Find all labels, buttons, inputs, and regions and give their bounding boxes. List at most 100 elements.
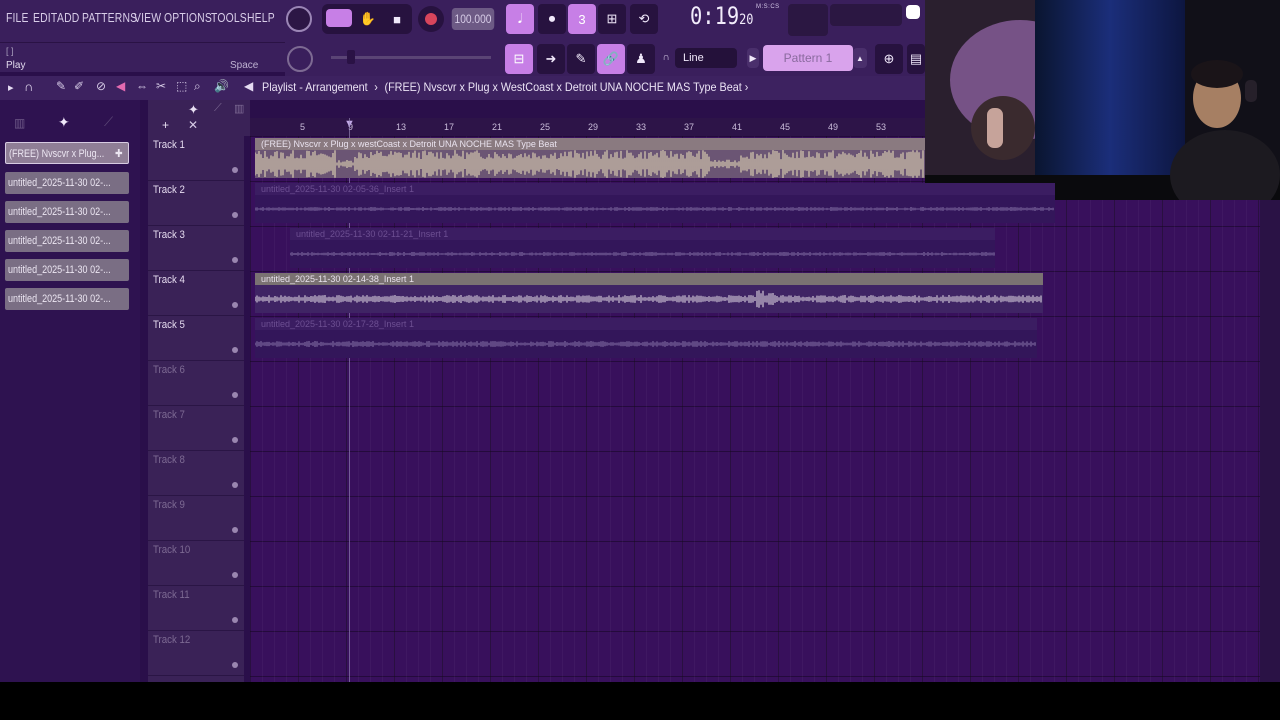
picker-clip[interactable]: untitled_2025-11-30 02-... bbox=[5, 230, 129, 252]
track-header[interactable]: Track 3 bbox=[148, 226, 244, 271]
track-mute-led[interactable] bbox=[232, 347, 238, 353]
magnet-icon[interactable]: ∩ bbox=[661, 50, 671, 64]
track-header[interactable]: Track 12 bbox=[148, 631, 244, 676]
menu-view[interactable]: VIEW bbox=[134, 10, 161, 25]
track-mute-led[interactable] bbox=[232, 302, 238, 308]
pattern-next-icon[interactable]: ▲ bbox=[853, 48, 867, 68]
track-mute-led[interactable] bbox=[232, 662, 238, 668]
track-header[interactable]: Track 10 bbox=[148, 541, 244, 586]
master-volume-slider[interactable] bbox=[331, 56, 491, 59]
add-track-icon[interactable]: ✦ bbox=[188, 102, 199, 118]
track-header[interactable]: Track 2 bbox=[148, 181, 244, 226]
picker-clip[interactable]: (FREE) Nvscvr x Plug... ✚ bbox=[5, 142, 129, 164]
picker-view-icon[interactable]: ▥ bbox=[14, 116, 25, 130]
picker-clip[interactable]: untitled_2025-11-30 02-... bbox=[5, 201, 129, 223]
track-mute-led[interactable] bbox=[232, 437, 238, 443]
track-mute-led[interactable] bbox=[232, 617, 238, 623]
menu-help[interactable]: HELP bbox=[247, 10, 275, 25]
picker-clip[interactable]: untitled_2025-11-30 02-... bbox=[5, 259, 129, 281]
piano-roll-icon[interactable]: ⊟ bbox=[505, 44, 533, 74]
track-header[interactable]: Track 11 bbox=[148, 586, 244, 631]
track-mute-led[interactable] bbox=[232, 527, 238, 533]
audio-clip[interactable]: untitled_2025-11-30 02-11-21_Insert 1 bbox=[290, 228, 995, 268]
mute-tool-icon[interactable]: ◀ bbox=[116, 79, 125, 93]
master-volume-knob[interactable] bbox=[286, 6, 312, 32]
track-header[interactable]: Track 7 bbox=[148, 406, 244, 451]
picker-audio-icon[interactable]: ✦ bbox=[58, 114, 70, 131]
menu-file[interactable]: FILE bbox=[6, 10, 29, 25]
metronome-button[interactable]: 𝅘𝅥 bbox=[506, 4, 534, 34]
play-cursor-icon[interactable]: ✋ bbox=[356, 8, 380, 30]
track-mute-led[interactable] bbox=[232, 167, 238, 173]
playlist-title-trailing: › bbox=[744, 80, 749, 94]
clone-pattern-icon[interactable]: ⊕ bbox=[875, 44, 903, 74]
select-tool-icon[interactable]: ⬚ bbox=[176, 79, 187, 93]
track-mute-led[interactable] bbox=[232, 257, 238, 263]
slice-tool-icon[interactable]: ✂ bbox=[156, 79, 166, 93]
paint-tool-icon[interactable]: ✎ bbox=[567, 44, 595, 74]
playlist-icon[interactable]: ▤ bbox=[907, 44, 925, 74]
menu-patterns[interactable]: PATTERNS bbox=[82, 10, 137, 25]
vertical-scrollbar[interactable] bbox=[1260, 200, 1280, 682]
track-header[interactable]: Track 1 bbox=[148, 136, 244, 181]
arrow-icon[interactable]: ➜ bbox=[537, 44, 565, 74]
audio-clip[interactable]: (FREE) Nvscvr x Plug x westCoast x Detro… bbox=[255, 138, 925, 178]
ruler-bar-number: 21 bbox=[492, 122, 503, 132]
close-icon[interactable]: ✕ bbox=[188, 118, 198, 132]
picker-clip-label: untitled_2025-11-30 02-... bbox=[8, 264, 111, 276]
loop-record-icon[interactable]: ⟲ bbox=[630, 4, 658, 34]
countdown-button[interactable]: 3 bbox=[568, 4, 596, 34]
link-icon[interactable]: 🔗 bbox=[597, 44, 625, 74]
track-header[interactable]: Track 4 bbox=[148, 271, 244, 316]
track-header[interactable]: Track 5 bbox=[148, 316, 244, 361]
track-name: Track 6 bbox=[153, 364, 185, 376]
playback-tool-icon[interactable]: 🔊 bbox=[214, 79, 229, 93]
picker-clip[interactable]: untitled_2025-11-30 02-... bbox=[5, 172, 129, 194]
ruler-bar-number: 29 bbox=[588, 122, 599, 132]
draw-tool-icon[interactable]: ✎ bbox=[56, 79, 66, 93]
step-edit-icon[interactable]: ⊞ bbox=[598, 4, 626, 34]
audio-clip-title: (FREE) Nvscvr x Plug x westCoast x Detro… bbox=[255, 138, 925, 150]
stop-button[interactable]: ■ bbox=[386, 8, 408, 30]
tempo-display[interactable]: 100.000 bbox=[451, 8, 495, 30]
audio-clip[interactable]: untitled_2025-11-30 02-14-38_Insert 1 bbox=[255, 273, 1043, 313]
cpu-monitor bbox=[788, 4, 828, 36]
track-mute-led[interactable] bbox=[232, 212, 238, 218]
slip-tool-icon[interactable]: ⇔ bbox=[136, 79, 148, 93]
pattern-song-toggle[interactable] bbox=[326, 9, 352, 27]
picker-automation-icon[interactable]: ⟋ bbox=[104, 114, 113, 130]
wait-input-icon[interactable]: ⏺ bbox=[538, 4, 566, 34]
plus-icon[interactable]: + bbox=[162, 118, 169, 132]
audio-clip[interactable]: untitled_2025-11-30 02-17-28_Insert 1 bbox=[255, 318, 1037, 358]
playlist-speaker-icon[interactable]: ◀ bbox=[244, 79, 253, 93]
picker-clip[interactable]: untitled_2025-11-30 02-... bbox=[5, 288, 129, 310]
record-button[interactable] bbox=[418, 6, 444, 32]
menu-tools[interactable]: TOOLS bbox=[211, 10, 247, 25]
slider-handle[interactable] bbox=[347, 50, 355, 64]
track-mute-led[interactable] bbox=[232, 572, 238, 578]
stamp-icon[interactable]: ♟ bbox=[627, 44, 655, 74]
delete-tool-icon[interactable]: ⊘ bbox=[96, 79, 106, 93]
playlist-menu-arrow-icon[interactable]: ▸ bbox=[8, 81, 14, 94]
track-header[interactable]: Track 9 bbox=[148, 496, 244, 541]
snap-select[interactable]: Line bbox=[675, 48, 737, 68]
menu-options[interactable]: OPTIONS bbox=[164, 10, 212, 25]
menu-add[interactable]: ADD bbox=[57, 10, 79, 25]
track-mute-led[interactable] bbox=[232, 392, 238, 398]
timeline-ruler[interactable]: 591317212529333741454953▼ bbox=[250, 118, 925, 136]
master-pitch-knob[interactable] bbox=[287, 46, 313, 72]
track-mute-led[interactable] bbox=[232, 482, 238, 488]
magnet-snap-icon[interactable]: ∩ bbox=[24, 79, 33, 94]
zoom-tool-icon[interactable]: ⌕ bbox=[194, 79, 201, 94]
pattern-selector[interactable]: Pattern 1 bbox=[763, 45, 853, 71]
brush-tool-icon[interactable]: ✐ bbox=[74, 79, 84, 93]
picker-clip-label: untitled_2025-11-30 02-... bbox=[8, 206, 111, 218]
track-grid-icon[interactable]: ▥ bbox=[234, 102, 244, 115]
track-header[interactable]: Track 6 bbox=[148, 361, 244, 406]
pattern-prev-icon[interactable]: ▶ bbox=[747, 48, 759, 68]
menu-edit[interactable]: EDIT bbox=[33, 10, 57, 25]
track-header[interactable]: Track 8 bbox=[148, 451, 244, 496]
track-header-toolbar: ✦ ⟋ ▥ + ✕ bbox=[148, 100, 250, 136]
track-edit-icon[interactable]: ⟋ bbox=[214, 102, 222, 115]
audio-clip[interactable]: untitled_2025-11-30 02-05-36_Insert 1 bbox=[255, 183, 1055, 223]
